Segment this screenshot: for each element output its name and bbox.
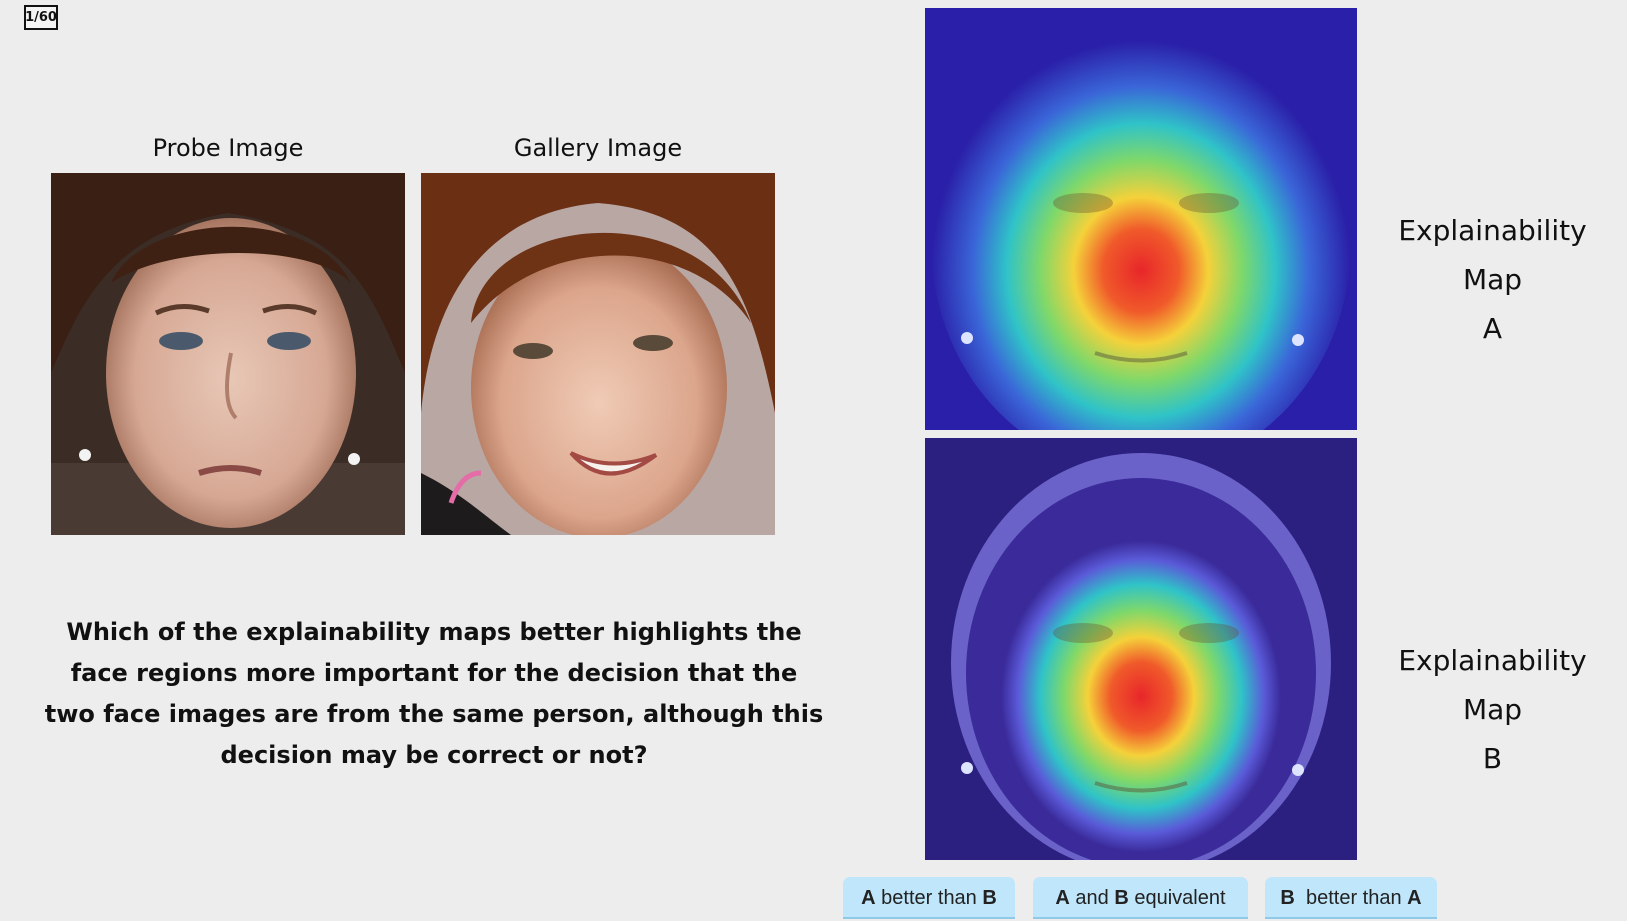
map-a-label-line1: Explainability Map [1398, 214, 1587, 296]
choice-3-bold2: A [1407, 886, 1422, 909]
map-b-label: Explainability Map B [1370, 636, 1615, 783]
choice-2-tail: equivalent [1128, 886, 1226, 909]
choice-1-mid: better than [875, 886, 983, 909]
probe-image-label: Probe Image [152, 134, 304, 162]
gallery-image [421, 173, 775, 535]
explainability-map-a [925, 8, 1357, 430]
a-and-b-equivalent-button[interactable]: A and B equivalent [1033, 877, 1248, 919]
survey-page: 1/60 Probe Image Gallery Image Which of … [0, 0, 1627, 921]
a-better-than-b-button[interactable]: A better than B [843, 877, 1015, 919]
choice-2-bold1: A [1055, 886, 1070, 909]
choice-2-bold2: B [1114, 886, 1129, 909]
gallery-image-label: Gallery Image [513, 134, 683, 162]
map-a-label-line2: A [1482, 312, 1503, 345]
choice-2-mid: and [1069, 886, 1115, 909]
map-a-label: Explainability Map A [1370, 206, 1615, 353]
map-b-label-line1: Explainability Map [1398, 644, 1587, 726]
choice-3-bold1: B [1280, 886, 1295, 909]
choice-3-mid: better than [1294, 886, 1408, 909]
choice-1-bold2: B [982, 886, 997, 909]
question-counter: 1/60 [24, 5, 58, 30]
question-text: Which of the explainability maps better … [44, 618, 824, 769]
choice-1-bold1: A [861, 886, 876, 909]
explainability-map-b [925, 438, 1357, 860]
b-better-than-a-button[interactable]: B better than A [1265, 877, 1437, 919]
map-b-label-line2: B [1482, 742, 1503, 775]
probe-image [51, 173, 405, 535]
